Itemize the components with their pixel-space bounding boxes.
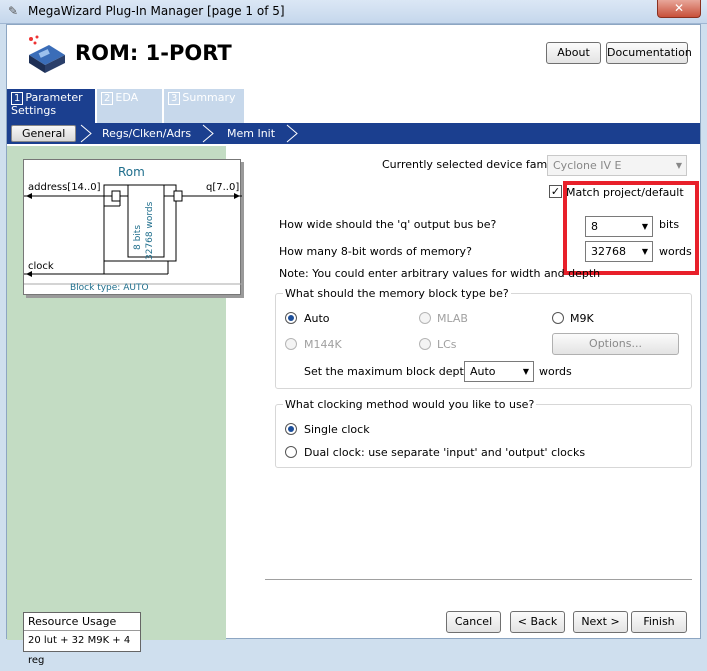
documentation-button[interactable]: Documentation (606, 42, 692, 64)
header: ROM: 1-PORT About Documentation (7, 25, 700, 89)
radio-m144k[interactable] (285, 338, 297, 350)
note-text: Note: You could enter arbitrary values f… (279, 267, 601, 280)
max-depth-select[interactable]: Auto ▼ (464, 361, 534, 382)
chevron-right-icon (202, 124, 214, 143)
tab-summary[interactable]: 3 Summary (164, 89, 245, 123)
symbol-block-type: Block type: AUTO (70, 283, 149, 293)
symbol-clock-port: clock (28, 261, 54, 272)
tab-parameter-settings[interactable]: 1 Parameter Settings (7, 89, 96, 123)
resource-usage-value: 20 lut + 32 M9K + 4 reg (28, 635, 131, 666)
radio-dual-clock-label: Dual clock: use separate 'input' and 'ou… (304, 446, 586, 459)
max-depth-unit: words (539, 365, 572, 378)
window-title: MegaWizard Plug-In Manager [page 1 of 5] (28, 4, 285, 18)
memory-block-title: What should the memory block type be? (283, 287, 511, 300)
symbol-title: Rom (118, 165, 145, 179)
subtab-mem-init[interactable]: Mem Init (227, 123, 275, 144)
finish-button[interactable]: Finish (631, 611, 687, 633)
device-family-select: Cyclone IV E ▼ (547, 155, 687, 176)
resource-usage-heading: Resource Usage (24, 613, 140, 631)
match-project-checkbox[interactable]: ✓ (549, 185, 562, 198)
options-button[interactable]: Options... (552, 333, 679, 355)
depth-label: How many 8-bit words of memory? (279, 245, 472, 258)
page-title: ROM: 1-PORT (75, 41, 232, 65)
radio-lcs[interactable] (419, 338, 431, 350)
chevron-down-icon: ▼ (675, 161, 682, 170)
about-button[interactable]: About (546, 42, 601, 64)
radio-lcs-label: LCs (437, 338, 457, 351)
symbol-q-port: q[7..0] (206, 182, 240, 193)
tab-bar: 1 Parameter Settings 2 EDA 3 Summary (7, 89, 700, 123)
radio-single-clock-label: Single clock (304, 423, 370, 436)
device-family-label: Currently selected device family: (382, 158, 563, 171)
subtab-regs-clken-adrs[interactable]: Regs/Clken/Adrs (102, 123, 191, 144)
resource-usage-box: Resource Usage 20 lut + 32 M9K + 4 reg (23, 612, 141, 666)
radio-mlab-label: MLAB (437, 312, 468, 325)
wizard-window: ROM: 1-PORT About Documentation 1 Paramet… (6, 24, 701, 666)
radio-mlab[interactable] (419, 312, 431, 324)
footer-divider (265, 579, 692, 580)
subtab-general[interactable]: General (11, 125, 77, 142)
radio-dual-clock[interactable] (285, 446, 297, 458)
clocking-title: What clocking method would you like to u… (283, 398, 537, 411)
chevron-down-icon: ▼ (522, 367, 529, 376)
symbol-words: 32768 words (145, 201, 155, 260)
radio-m9k[interactable] (552, 312, 564, 324)
close-button[interactable]: ✕ (657, 0, 701, 18)
radio-m9k-label: M9K (570, 312, 594, 325)
radio-auto[interactable] (285, 312, 297, 324)
radio-single-clock[interactable] (285, 423, 297, 435)
back-button[interactable]: < Back (510, 611, 565, 633)
radio-m144k-label: M144K (304, 338, 342, 351)
highlight-annotation (563, 181, 699, 275)
title-bar: ✎ MegaWizard Plug-In Manager [page 1 of … (0, 0, 707, 24)
max-depth-label: Set the maximum block depth to (304, 365, 486, 378)
chevron-right-icon (286, 124, 298, 143)
symbol-bits: 8 bits (133, 224, 143, 250)
rom-symbol: Rom address[14..0] q[7..0] clock Block t… (23, 159, 242, 295)
radio-auto-label: Auto (304, 312, 330, 325)
tab-eda[interactable]: 2 EDA (97, 89, 163, 123)
q-width-label: How wide should the 'q' output bus be? (279, 218, 497, 231)
chip-icon (29, 35, 65, 73)
symbol-address-port: address[14..0] (28, 182, 101, 193)
chevron-right-icon (80, 124, 92, 143)
cancel-button[interactable]: Cancel (446, 611, 501, 633)
symbol-pane: Rom address[14..0] q[7..0] clock Block t… (7, 146, 242, 666)
subtab-bar: General Regs/Clken/Adrs Mem Init (7, 123, 700, 144)
app-icon: ✎ (8, 4, 19, 18)
next-button[interactable]: Next > (573, 611, 628, 633)
